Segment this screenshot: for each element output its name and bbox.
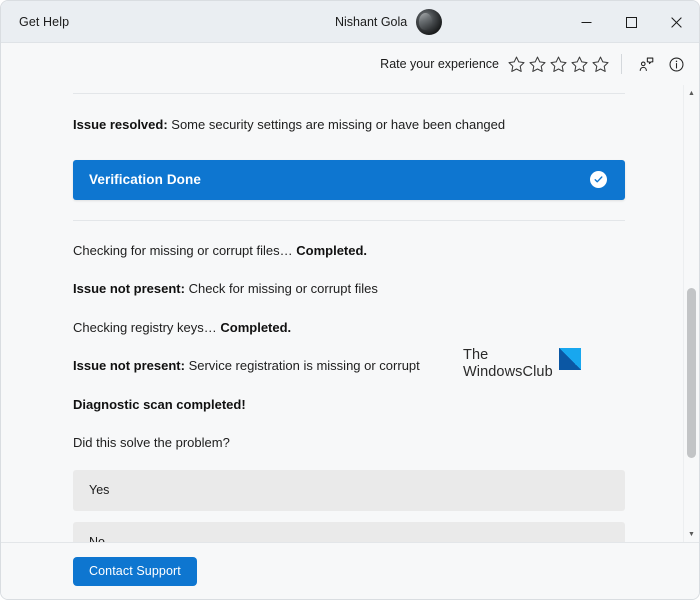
star-rating[interactable]: [507, 55, 610, 74]
scrollbar-thumb[interactable]: [686, 288, 696, 458]
answer-list: Yes No: [73, 469, 625, 542]
check-circle-icon: [590, 171, 607, 189]
answer-no-button[interactable]: No: [73, 521, 625, 542]
vertical-scrollbar[interactable]: ▲ ▼: [683, 85, 699, 542]
log-line-3-status: Completed.: [220, 319, 292, 335]
scan-completed-line: Diagnostic scan completed!: [73, 396, 625, 414]
verification-done-banner: Verification Done: [73, 159, 625, 200]
app-title: Get Help: [19, 14, 70, 29]
log-line-2: Issue not present: Check for missing or …: [73, 280, 625, 298]
close-icon: [671, 16, 682, 28]
log-line-4-label: Issue not present:: [73, 358, 185, 374]
log-line-2-text: Check for missing or corrupt files: [184, 281, 378, 297]
star-icon-4[interactable]: [570, 55, 589, 74]
log-line-4: Issue not present: Service registration …: [73, 357, 625, 375]
minimize-icon: [581, 21, 592, 23]
scroll-down-arrow-icon[interactable]: ▼: [684, 526, 700, 542]
verification-done-title: Verification Done: [89, 172, 201, 188]
log-line-1: Checking for missing or corrupt files… C…: [73, 242, 625, 260]
window-controls: [564, 1, 699, 43]
title-bar: Get Help Nishant Gola: [1, 1, 699, 43]
log-line-4-text: Service registration is missing or corru…: [184, 358, 420, 374]
footer-bar: Contact Support: [1, 542, 699, 599]
log-line-3-text: Checking registry keys…: [73, 319, 221, 335]
info-icon: [669, 57, 683, 71]
maximize-button[interactable]: [609, 1, 654, 43]
log-line-1-status: Completed.: [296, 242, 368, 258]
info-button[interactable]: [663, 51, 689, 77]
issue-resolved-line: Issue resolved: Some security settings a…: [73, 116, 625, 134]
feedback-button[interactable]: [633, 51, 659, 77]
log-line-3: Checking registry keys… Completed.: [73, 319, 625, 337]
avatar[interactable]: [416, 9, 443, 35]
contact-support-button[interactable]: Contact Support: [73, 556, 197, 586]
answer-yes-button[interactable]: Yes: [73, 469, 625, 511]
rate-experience-bar: Rate your experience: [1, 43, 699, 85]
minimize-button[interactable]: [564, 1, 609, 43]
account-area[interactable]: Nishant Gola: [334, 1, 443, 43]
content-mid-divider: [73, 219, 625, 221]
scrollbar-track[interactable]: [684, 101, 700, 526]
rate-experience-label: Rate your experience: [380, 57, 499, 71]
solve-question: Did this solve the problem?: [73, 435, 230, 451]
toolbar-divider: [621, 54, 622, 74]
scan-completed-text: Diagnostic scan completed!: [73, 396, 246, 412]
help-content: Issue resolved: Some security settings a…: [1, 85, 683, 542]
checkmark-icon: [594, 176, 603, 183]
content-top-divider: [73, 93, 625, 94]
star-icon-3[interactable]: [549, 55, 568, 74]
account-name: Nishant Gola: [334, 15, 408, 29]
issue-resolved-label: Issue resolved:: [73, 117, 168, 132]
body-area: Issue resolved: Some security settings a…: [1, 85, 699, 542]
log-line-1-text: Checking for missing or corrupt files…: [73, 242, 297, 258]
star-icon-5[interactable]: [591, 55, 610, 74]
issue-resolved-text: Some security settings are missing or ha…: [167, 117, 506, 132]
log-line-2-label: Issue not present:: [73, 281, 185, 297]
close-button[interactable]: [654, 1, 699, 43]
feedback-icon: [639, 57, 653, 71]
star-icon-2[interactable]: [528, 55, 547, 74]
maximize-icon: [626, 16, 637, 28]
scroll-up-arrow-icon[interactable]: ▲: [684, 85, 700, 101]
star-icon-1[interactable]: [507, 55, 526, 74]
get-help-window: Get Help Nishant Gola Rate your experien…: [0, 0, 700, 600]
